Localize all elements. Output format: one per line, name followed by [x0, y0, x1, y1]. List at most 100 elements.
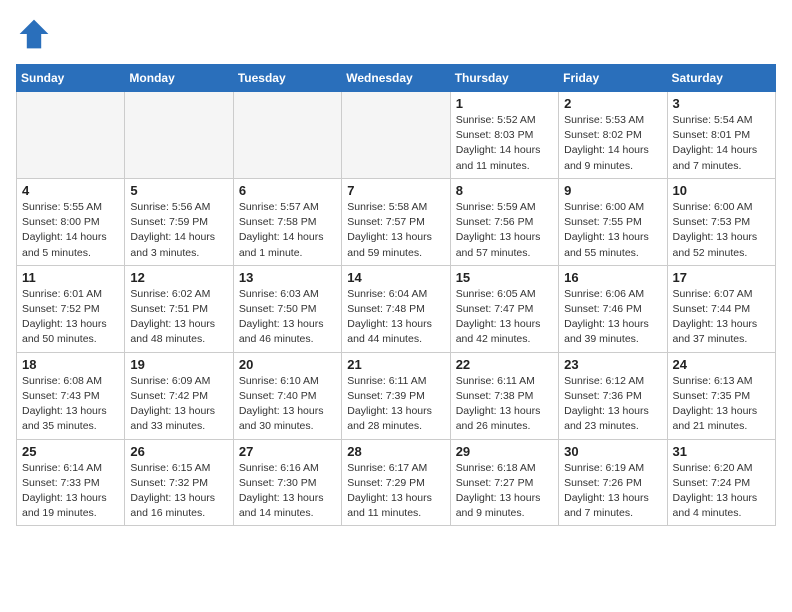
day-number: 18	[22, 357, 119, 372]
day-number: 25	[22, 444, 119, 459]
calendar-cell: 27 Sunrise: 6:16 AM Sunset: 7:30 PM Dayli…	[233, 439, 341, 526]
day-info: Sunrise: 6:19 AM Sunset: 7:26 PM Dayligh…	[564, 461, 661, 522]
calendar-cell	[233, 92, 341, 179]
day-number: 1	[456, 96, 553, 111]
day-info: Sunrise: 6:03 AM Sunset: 7:50 PM Dayligh…	[239, 287, 336, 348]
day-number: 15	[456, 270, 553, 285]
calendar-cell: 26 Sunrise: 6:15 AM Sunset: 7:32 PM Dayli…	[125, 439, 233, 526]
day-info: Sunrise: 5:52 AM Sunset: 8:03 PM Dayligh…	[456, 113, 553, 174]
day-info: Sunrise: 5:59 AM Sunset: 7:56 PM Dayligh…	[456, 200, 553, 261]
day-number: 11	[22, 270, 119, 285]
calendar-cell: 9Sunrise: 6:00 AM Sunset: 7:55 PM Daylig…	[559, 178, 667, 265]
day-info: Sunrise: 6:02 AM Sunset: 7:51 PM Dayligh…	[130, 287, 227, 348]
day-number: 20	[239, 357, 336, 372]
day-number: 22	[456, 357, 553, 372]
logo-icon	[16, 16, 52, 52]
calendar-week-row: 1 Sunrise: 5:52 AM Sunset: 8:03 PM Daylig…	[17, 92, 776, 179]
day-info: Sunrise: 6:06 AM Sunset: 7:46 PM Dayligh…	[564, 287, 661, 348]
calendar-cell: 19 Sunrise: 6:09 AM Sunset: 7:42 PM Dayli…	[125, 352, 233, 439]
day-info: Sunrise: 6:01 AM Sunset: 7:52 PM Dayligh…	[22, 287, 119, 348]
day-info: Sunrise: 5:53 AM Sunset: 8:02 PM Dayligh…	[564, 113, 661, 174]
calendar-cell: 14Sunrise: 6:04 AM Sunset: 7:48 PM Dayli…	[342, 265, 450, 352]
day-number: 2	[564, 96, 661, 111]
day-number: 7	[347, 183, 444, 198]
day-info: Sunrise: 6:20 AM Sunset: 7:24 PM Dayligh…	[673, 461, 770, 522]
day-info: Sunrise: 6:12 AM Sunset: 7:36 PM Dayligh…	[564, 374, 661, 435]
calendar-cell: 8 Sunrise: 5:59 AM Sunset: 7:56 PM Daylig…	[450, 178, 558, 265]
calendar-week-row: 11 Sunrise: 6:01 AM Sunset: 7:52 PM Dayli…	[17, 265, 776, 352]
calendar-cell: 1 Sunrise: 5:52 AM Sunset: 8:03 PM Daylig…	[450, 92, 558, 179]
calendar-cell: 21Sunrise: 6:11 AM Sunset: 7:39 PM Dayli…	[342, 352, 450, 439]
weekday-header-tuesday: Tuesday	[233, 65, 341, 92]
day-info: Sunrise: 6:05 AM Sunset: 7:47 PM Dayligh…	[456, 287, 553, 348]
day-info: Sunrise: 6:14 AM Sunset: 7:33 PM Dayligh…	[22, 461, 119, 522]
calendar-cell: 28 Sunrise: 6:17 AM Sunset: 7:29 PM Dayli…	[342, 439, 450, 526]
calendar-cell: 24Sunrise: 6:13 AM Sunset: 7:35 PM Dayli…	[667, 352, 775, 439]
day-number: 4	[22, 183, 119, 198]
day-number: 13	[239, 270, 336, 285]
calendar-cell: 6Sunrise: 5:57 AM Sunset: 7:58 PM Daylig…	[233, 178, 341, 265]
day-info: Sunrise: 6:08 AM Sunset: 7:43 PM Dayligh…	[22, 374, 119, 435]
day-number: 28	[347, 444, 444, 459]
day-number: 14	[347, 270, 444, 285]
day-info: Sunrise: 6:17 AM Sunset: 7:29 PM Dayligh…	[347, 461, 444, 522]
day-info: Sunrise: 6:09 AM Sunset: 7:42 PM Dayligh…	[130, 374, 227, 435]
day-number: 8	[456, 183, 553, 198]
day-info: Sunrise: 6:13 AM Sunset: 7:35 PM Dayligh…	[673, 374, 770, 435]
weekday-header-wednesday: Wednesday	[342, 65, 450, 92]
weekday-header-thursday: Thursday	[450, 65, 558, 92]
day-info: Sunrise: 6:00 AM Sunset: 7:53 PM Dayligh…	[673, 200, 770, 261]
calendar-cell: 30 Sunrise: 6:19 AM Sunset: 7:26 PM Dayli…	[559, 439, 667, 526]
calendar-cell: 2 Sunrise: 5:53 AM Sunset: 8:02 PM Daylig…	[559, 92, 667, 179]
calendar-cell: 17Sunrise: 6:07 AM Sunset: 7:44 PM Dayli…	[667, 265, 775, 352]
day-number: 26	[130, 444, 227, 459]
calendar-cell: 16Sunrise: 6:06 AM Sunset: 7:46 PM Dayli…	[559, 265, 667, 352]
weekday-header-saturday: Saturday	[667, 65, 775, 92]
calendar-cell: 22Sunrise: 6:11 AM Sunset: 7:38 PM Dayli…	[450, 352, 558, 439]
calendar-cell	[17, 92, 125, 179]
day-number: 12	[130, 270, 227, 285]
page-header	[16, 16, 776, 52]
calendar-cell: 23 Sunrise: 6:12 AM Sunset: 7:36 PM Dayli…	[559, 352, 667, 439]
calendar-cell: 31 Sunrise: 6:20 AM Sunset: 7:24 PM Dayli…	[667, 439, 775, 526]
weekday-header-sunday: Sunday	[17, 65, 125, 92]
calendar-cell: 25 Sunrise: 6:14 AM Sunset: 7:33 PM Dayli…	[17, 439, 125, 526]
day-info: Sunrise: 6:18 AM Sunset: 7:27 PM Dayligh…	[456, 461, 553, 522]
calendar-cell	[342, 92, 450, 179]
weekday-header-row: SundayMondayTuesdayWednesdayThursdayFrid…	[17, 65, 776, 92]
day-number: 30	[564, 444, 661, 459]
day-info: Sunrise: 6:10 AM Sunset: 7:40 PM Dayligh…	[239, 374, 336, 435]
day-info: Sunrise: 5:55 AM Sunset: 8:00 PM Dayligh…	[22, 200, 119, 261]
day-number: 29	[456, 444, 553, 459]
calendar-cell	[125, 92, 233, 179]
calendar-cell: 13 Sunrise: 6:03 AM Sunset: 7:50 PM Dayli…	[233, 265, 341, 352]
calendar-cell: 4 Sunrise: 5:55 AM Sunset: 8:00 PM Daylig…	[17, 178, 125, 265]
calendar-cell: 12 Sunrise: 6:02 AM Sunset: 7:51 PM Dayli…	[125, 265, 233, 352]
day-number: 31	[673, 444, 770, 459]
day-info: Sunrise: 6:16 AM Sunset: 7:30 PM Dayligh…	[239, 461, 336, 522]
day-number: 3	[673, 96, 770, 111]
day-info: Sunrise: 6:15 AM Sunset: 7:32 PM Dayligh…	[130, 461, 227, 522]
day-number: 27	[239, 444, 336, 459]
day-number: 23	[564, 357, 661, 372]
calendar-week-row: 25 Sunrise: 6:14 AM Sunset: 7:33 PM Dayli…	[17, 439, 776, 526]
day-number: 19	[130, 357, 227, 372]
calendar-cell: 29 Sunrise: 6:18 AM Sunset: 7:27 PM Dayli…	[450, 439, 558, 526]
day-number: 5	[130, 183, 227, 198]
calendar-cell: 3 Sunrise: 5:54 AM Sunset: 8:01 PM Daylig…	[667, 92, 775, 179]
day-number: 6	[239, 183, 336, 198]
day-number: 10	[673, 183, 770, 198]
day-info: Sunrise: 5:54 AM Sunset: 8:01 PM Dayligh…	[673, 113, 770, 174]
logo	[16, 16, 56, 52]
calendar-cell: 18 Sunrise: 6:08 AM Sunset: 7:43 PM Dayli…	[17, 352, 125, 439]
day-info: Sunrise: 5:58 AM Sunset: 7:57 PM Dayligh…	[347, 200, 444, 261]
day-info: Sunrise: 6:11 AM Sunset: 7:39 PM Dayligh…	[347, 374, 444, 435]
calendar-week-row: 4 Sunrise: 5:55 AM Sunset: 8:00 PM Daylig…	[17, 178, 776, 265]
weekday-header-friday: Friday	[559, 65, 667, 92]
calendar-cell: 20 Sunrise: 6:10 AM Sunset: 7:40 PM Dayli…	[233, 352, 341, 439]
day-number: 9	[564, 183, 661, 198]
weekday-header-monday: Monday	[125, 65, 233, 92]
calendar-table: SundayMondayTuesdayWednesdayThursdayFrid…	[16, 64, 776, 526]
calendar-week-row: 18 Sunrise: 6:08 AM Sunset: 7:43 PM Dayli…	[17, 352, 776, 439]
calendar-cell: 7 Sunrise: 5:58 AM Sunset: 7:57 PM Daylig…	[342, 178, 450, 265]
